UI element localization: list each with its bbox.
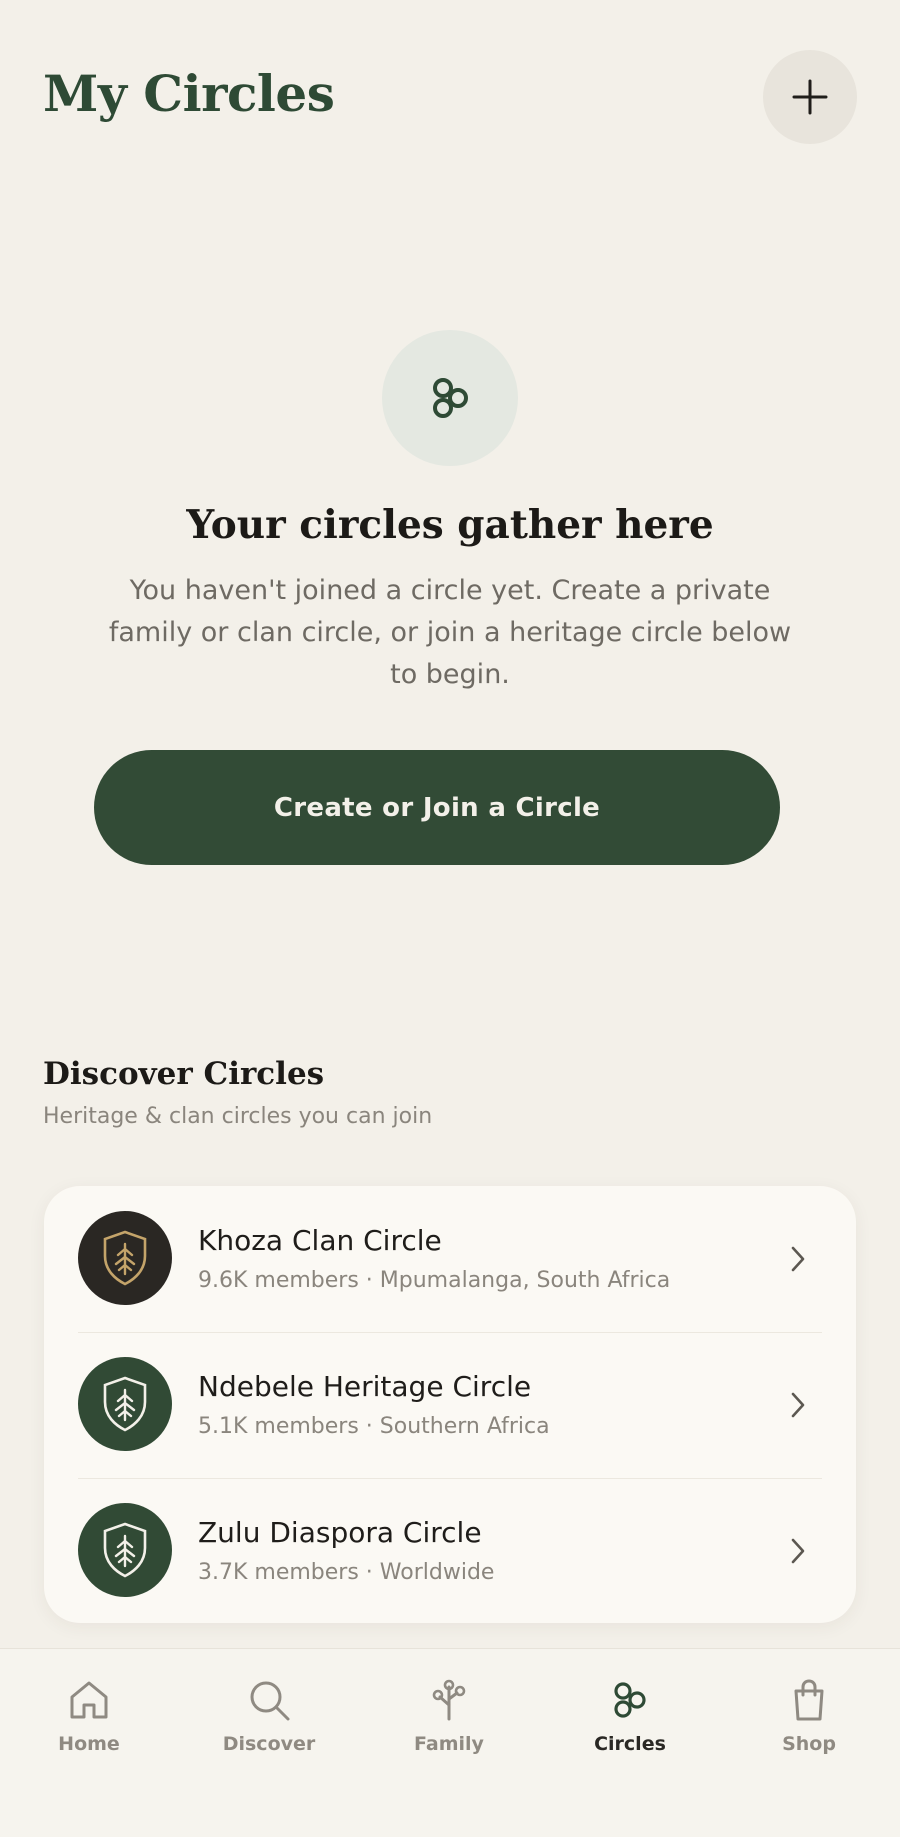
empty-state-text: You haven't joined a circle yet. Create …: [108, 575, 792, 690]
empty-state-badge: [382, 330, 518, 466]
circle-name: Khoza Clan Circle: [198, 1224, 442, 1257]
chevron-right-icon: [791, 1538, 805, 1564]
shield-tree-icon: [103, 1230, 147, 1286]
family-tree-icon: [432, 1679, 466, 1721]
plus-icon: [792, 79, 828, 115]
tab-family[interactable]: Family: [374, 1677, 524, 1755]
shield-tree-icon: [103, 1376, 147, 1432]
circles-icon: [614, 1682, 646, 1718]
header: My Circles: [0, 0, 900, 200]
circle-meta: 9.6K members · Mpumalanga, South Africa: [198, 1268, 671, 1293]
list-item[interactable]: Ndebele Heritage Circle 5.1K members · S…: [44, 1332, 856, 1478]
discover-circles-list: Khoza Clan Circle 9.6K members · Mpumala…: [44, 1186, 856, 1623]
list-item[interactable]: Zulu Diaspora Circle 3.7K members · Worl…: [44, 1478, 856, 1624]
discover-section-subtitle: Heritage & clan circles you can join: [43, 1104, 433, 1129]
chevron-right-icon: [791, 1392, 805, 1418]
tab-label: Shop: [782, 1733, 836, 1755]
avatar: [78, 1211, 172, 1305]
tab-home[interactable]: Home: [14, 1677, 164, 1755]
page-title: My Circles: [43, 64, 335, 123]
home-icon: [70, 1681, 108, 1719]
tab-label: Family: [414, 1733, 484, 1755]
avatar: [78, 1503, 172, 1597]
avatar: [78, 1357, 172, 1451]
tab-discover[interactable]: Discover: [194, 1677, 344, 1755]
add-circle-button[interactable]: [763, 50, 857, 144]
shield-tree-icon: [103, 1522, 147, 1578]
circle-name: Zulu Diaspora Circle: [198, 1516, 482, 1549]
search-icon: [250, 1681, 290, 1721]
tab-label: Discover: [222, 1733, 316, 1755]
chevron-right-icon: [791, 1246, 805, 1272]
tab-shop[interactable]: Shop: [734, 1677, 884, 1755]
discover-section-title: Discover Circles: [43, 1056, 325, 1092]
empty-state: Your circles gather here You haven't joi…: [0, 330, 900, 696]
tab-label: Circles: [594, 1733, 666, 1755]
tab-circles[interactable]: Circles: [555, 1677, 705, 1755]
shopping-bag-icon: [794, 1679, 824, 1721]
list-item[interactable]: Khoza Clan Circle 9.6K members · Mpumala…: [44, 1186, 856, 1332]
bottom-tab-bar: Home Discover Family Circles Shop: [0, 1648, 900, 1837]
empty-state-title: Your circles gather here: [186, 502, 714, 548]
circle-meta: 5.1K members · Southern Africa: [198, 1414, 550, 1439]
tab-label: Home: [58, 1733, 120, 1755]
create-or-join-circle-button[interactable]: Create or Join a Circle: [94, 750, 780, 865]
circles-icon: [433, 378, 468, 418]
circle-name: Ndebele Heritage Circle: [198, 1370, 532, 1403]
circle-meta: 3.7K members · Worldwide: [198, 1560, 495, 1585]
